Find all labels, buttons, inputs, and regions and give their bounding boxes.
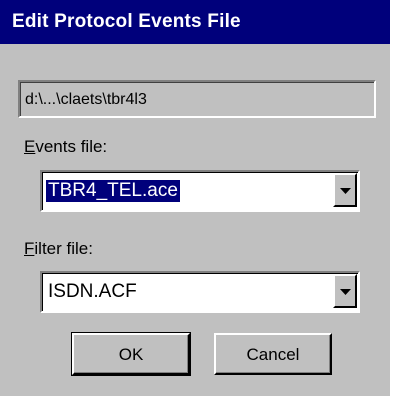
edit-protocol-events-dialog: Edit Protocol Events File d:\...\claets\… [0, 0, 390, 396]
cancel-button[interactable]: Cancel [214, 333, 332, 375]
chevron-down-icon [340, 188, 351, 194]
filter-file-label: Filter file: [24, 239, 93, 259]
cancel-button-label: Cancel [246, 345, 300, 364]
events-file-combobox[interactable]: TBR4_TEL.ace [40, 170, 360, 212]
events-file-label: Events file: [24, 137, 107, 157]
filter-file-combobox[interactable]: ISDN.ACF [40, 271, 360, 313]
path-text: d:\...\claets\tbr4l3 [25, 91, 147, 108]
events-label-mnemonic: E [24, 137, 36, 156]
events-dropdown-button[interactable] [333, 173, 357, 207]
ok-button[interactable]: OK [71, 332, 191, 376]
filter-file-value[interactable]: ISDN.ACF [46, 281, 139, 303]
events-file-value[interactable]: TBR4_TEL.ace [46, 180, 180, 202]
dialog-title: Edit Protocol Events File [12, 11, 241, 32]
path-display: d:\...\claets\tbr4l3 [18, 80, 376, 118]
ok-button-label: OK [118, 345, 144, 364]
filter-label-mnemonic: F [24, 239, 35, 258]
chevron-down-icon [340, 289, 351, 295]
filter-label-text: ilter file: [34, 239, 93, 258]
title-bar[interactable]: Edit Protocol Events File [0, 0, 390, 44]
filter-dropdown-button[interactable] [333, 274, 357, 308]
events-label-text: vents file: [35, 137, 108, 156]
window-edge [390, 0, 396, 396]
